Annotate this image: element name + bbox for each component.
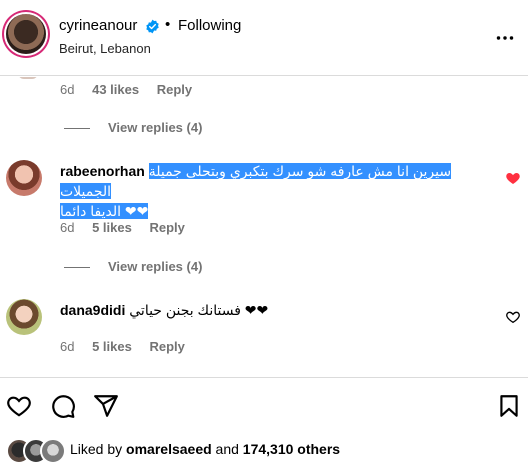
comment-likes[interactable]: 43 likes (92, 82, 139, 97)
view-replies-button[interactable]: View replies (4) (64, 120, 202, 135)
comment-body: rabeenorhan سيرين انا مش عارفه شو سرك بت… (60, 161, 480, 221)
view-replies-button[interactable]: View replies (4) (64, 259, 202, 274)
comment-time: 6d (60, 220, 75, 235)
comment-meta: 6d 43 likes Reply (60, 82, 206, 97)
following-button[interactable]: Following (178, 17, 241, 34)
reply-button[interactable]: Reply (149, 220, 184, 235)
section-divider (0, 377, 528, 378)
post-header: cyrineanour • Following Beirut, Lebanon (0, 0, 528, 76)
profile-avatar[interactable] (6, 14, 46, 54)
comment-username[interactable]: dana9didi (60, 302, 125, 318)
avatar (18, 77, 38, 79)
comment-likes[interactable]: 5 likes (92, 339, 132, 354)
liked-heart-icon[interactable] (505, 170, 521, 186)
header-username[interactable]: cyrineanour (59, 17, 137, 34)
more-options-icon[interactable] (492, 25, 518, 51)
comment-text-line2: ❤❤ الديفا دائما (60, 203, 149, 219)
reply-button[interactable]: Reply (149, 339, 184, 354)
reply-button[interactable]: Reply (157, 82, 192, 97)
comment-meta: 6d 5 likes Reply (60, 339, 199, 354)
comment-text: ❤❤ فستانك بجنن حياتي (129, 302, 269, 318)
comment-username[interactable]: rabeenorhan (60, 163, 145, 179)
header-separator: • (165, 16, 171, 33)
comment-body: dana9didi ❤❤ فستانك بجنن حياتي (60, 300, 480, 320)
comment-icon[interactable] (50, 393, 76, 419)
comments-list[interactable]: 6d 43 likes Reply View replies (4) rabee… (0, 77, 528, 377)
liked-by-text[interactable]: Liked by omarelsaeed and 174,310 others (70, 441, 340, 457)
comment-time: 6d (60, 82, 75, 97)
comment-meta: 6d 5 likes Reply (60, 220, 199, 235)
avatar[interactable] (6, 160, 42, 196)
share-icon[interactable] (93, 393, 119, 419)
avatar[interactable] (6, 299, 42, 335)
verified-badge-icon (146, 19, 159, 34)
like-heart-icon[interactable] (505, 309, 521, 325)
avatar (40, 438, 66, 464)
liked-by-count[interactable]: 174,310 others (243, 441, 340, 457)
heart-icon[interactable] (6, 393, 32, 419)
post-location[interactable]: Beirut, Lebanon (59, 41, 151, 56)
liked-by-prefix: Liked by (70, 441, 127, 457)
comment-time: 6d (60, 339, 75, 354)
likes-summary: Liked by omarelsaeed and 174,310 others (6, 436, 521, 464)
comment-likes[interactable]: 5 likes (92, 220, 132, 235)
liked-by-user[interactable]: omarelsaeed (126, 441, 212, 457)
liked-by-middle: and (211, 441, 243, 457)
bookmark-icon[interactable] (496, 393, 522, 419)
